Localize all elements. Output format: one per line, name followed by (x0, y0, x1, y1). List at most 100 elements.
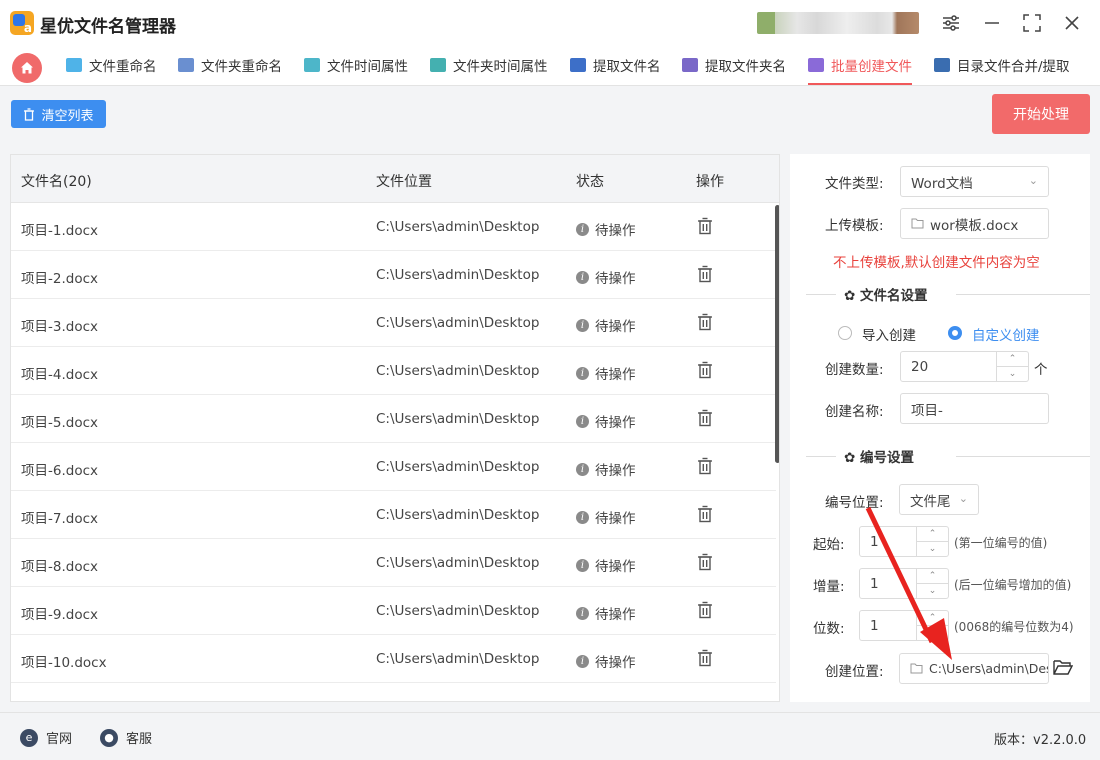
cell-filename: 项目-8.docx (21, 559, 98, 575)
tab-extract-filename[interactable]: 提取文件名 (570, 46, 661, 84)
tab-file-rename[interactable]: 文件重命名 (66, 46, 157, 84)
count-value: 20 (911, 358, 929, 375)
minimize-icon[interactable] (979, 10, 1005, 36)
tab-file-time[interactable]: 文件时间属性 (304, 46, 408, 84)
folder-time-icon (430, 58, 446, 72)
tab-batch-create[interactable]: 批量创建文件 (808, 46, 912, 85)
delete-row-icon[interactable] (697, 265, 713, 283)
cell-status: i 待操作 (576, 411, 636, 431)
maximize-icon[interactable] (1019, 10, 1045, 36)
tab-merge-extract[interactable]: 目录文件合并/提取 (934, 46, 1070, 84)
cell-status: i 待操作 (576, 651, 636, 671)
tab-label: 文件时间属性 (327, 59, 408, 75)
batch-create-icon (808, 58, 824, 72)
cell-filename: 项目-7.docx (21, 511, 98, 527)
support-link[interactable]: ● 客服 (100, 728, 152, 747)
table-row[interactable]: 项目-1.docx C:\Users\admin\Desktop i 待操作 (11, 203, 776, 251)
tab-label: 批量创建文件 (831, 59, 912, 75)
start-hint: (第一位编号的值) (954, 536, 1048, 550)
table-row[interactable]: 项目-6.docx C:\Users\admin\Desktop i 待操作 (11, 443, 776, 491)
template-upload-field[interactable]: wor模板.docx (900, 208, 1049, 239)
chat-icon: ● (100, 728, 118, 747)
status-text: 待操作 (595, 319, 636, 335)
chevron-down-icon: ⌄ (1008, 369, 1017, 379)
count-unit: 个 (1034, 362, 1048, 378)
radio-custom-create[interactable] (948, 326, 962, 340)
browse-folder-icon[interactable] (1053, 659, 1074, 680)
tab-label: 文件夹重命名 (201, 59, 282, 75)
cell-status: i 待操作 (576, 603, 636, 623)
radio-import-label: 导入创建 (862, 328, 916, 344)
tab-label: 文件重命名 (89, 59, 157, 75)
close-icon[interactable] (1059, 10, 1085, 36)
delete-row-icon[interactable] (697, 553, 713, 571)
cell-location: C:\Users\admin\Desktop (376, 603, 540, 619)
header-location: 文件位置 (376, 174, 432, 190)
settings-icon[interactable] (938, 10, 964, 36)
name-input[interactable]: 项目- (900, 393, 1049, 424)
delete-row-icon[interactable] (697, 649, 713, 667)
cell-status: i 待操作 (576, 555, 636, 575)
cell-status: i 待操作 (576, 363, 636, 383)
digits-hint: (0068的编号位数为4) (954, 620, 1074, 634)
user-avatar[interactable] (757, 12, 919, 34)
website-link[interactable]: e 官网 (20, 728, 72, 747)
tab-folder-rename[interactable]: 文件夹重命名 (178, 46, 282, 84)
delete-row-icon[interactable] (697, 313, 713, 331)
table-row[interactable]: 项目-10.docx C:\Users\admin\Desktop i 待操作 (11, 635, 776, 683)
info-icon: i (576, 654, 589, 668)
header-action: 操作 (696, 174, 724, 190)
count-stepper[interactable]: 20 ⌃ ⌄ (900, 351, 1029, 382)
table-row[interactable]: 项目-5.docx C:\Users\admin\Desktop i 待操作 (11, 395, 776, 443)
count-label: 创建数量: (825, 362, 884, 378)
app-title: 星优文件名管理器 (40, 17, 176, 37)
file-type-value: Word文档 (911, 175, 973, 192)
delete-row-icon[interactable] (697, 409, 713, 427)
tab-label: 提取文件名 (593, 59, 661, 75)
increment-hint: (后一位编号增加的值) (954, 578, 1072, 592)
table-row[interactable]: 项目-2.docx C:\Users\admin\Desktop i 待操作 (11, 251, 776, 299)
table-row[interactable]: 项目-4.docx C:\Users\admin\Desktop i 待操作 (11, 347, 776, 395)
cell-location: C:\Users\admin\Desktop (376, 555, 540, 571)
table-row[interactable]: 项目-7.docx C:\Users\admin\Desktop i 待操作 (11, 491, 776, 539)
delete-row-icon[interactable] (697, 217, 713, 235)
delete-row-icon[interactable] (697, 361, 713, 379)
template-value: wor模板.docx (930, 217, 1019, 234)
header-filename: 文件名(20) (21, 174, 92, 190)
info-icon: i (576, 558, 589, 572)
cell-filename: 项目-5.docx (21, 415, 98, 431)
info-icon: i (576, 462, 589, 476)
clear-list-label: 清空列表 (41, 108, 94, 124)
cell-filename: 项目-2.docx (21, 271, 98, 287)
cell-status: i 待操作 (576, 267, 636, 287)
home-icon (21, 62, 33, 74)
extract-foldername-icon (682, 58, 698, 72)
tab-folder-time[interactable]: 文件夹时间属性 (430, 46, 548, 84)
tab-label: 文件夹时间属性 (453, 59, 548, 75)
clear-list-button[interactable]: 清空列表 (11, 100, 106, 128)
table-scrollbar[interactable] (775, 205, 779, 463)
start-process-button[interactable]: 开始处理 (992, 94, 1090, 134)
cell-status: i 待操作 (576, 219, 636, 239)
status-text: 待操作 (595, 655, 636, 671)
delete-row-icon[interactable] (697, 601, 713, 619)
file-rename-icon (66, 58, 82, 72)
table-row[interactable]: 项目-8.docx C:\Users\admin\Desktop i 待操作 (11, 539, 776, 587)
delete-row-icon[interactable] (697, 505, 713, 523)
home-button[interactable] (12, 53, 42, 83)
cell-status: i 待操作 (576, 507, 636, 527)
table-row[interactable]: 项目-9.docx C:\Users\admin\Desktop i 待操作 (11, 587, 776, 635)
tab-bar: 文件重命名 文件夹重命名 文件时间属性 文件夹时间属性 提取文件名 提取文件夹名… (0, 46, 1100, 86)
cell-filename: 项目-10.docx (21, 655, 107, 671)
tab-extract-foldername[interactable]: 提取文件夹名 (682, 46, 786, 84)
cell-location: C:\Users\admin\Desktop (376, 459, 540, 475)
header-status: 状态 (576, 174, 604, 190)
cell-filename: 项目-3.docx (21, 319, 98, 335)
status-text: 待操作 (595, 367, 636, 383)
file-type-select[interactable]: Word文档 ⌄ (900, 166, 1049, 197)
delete-row-icon[interactable] (697, 457, 713, 475)
count-spinner[interactable]: ⌃ ⌄ (996, 352, 1028, 381)
version-label: 版本：v2.2.0.0 (994, 733, 1087, 748)
radio-import-create[interactable] (838, 326, 852, 340)
table-row[interactable]: 项目-3.docx C:\Users\admin\Desktop i 待操作 (11, 299, 776, 347)
